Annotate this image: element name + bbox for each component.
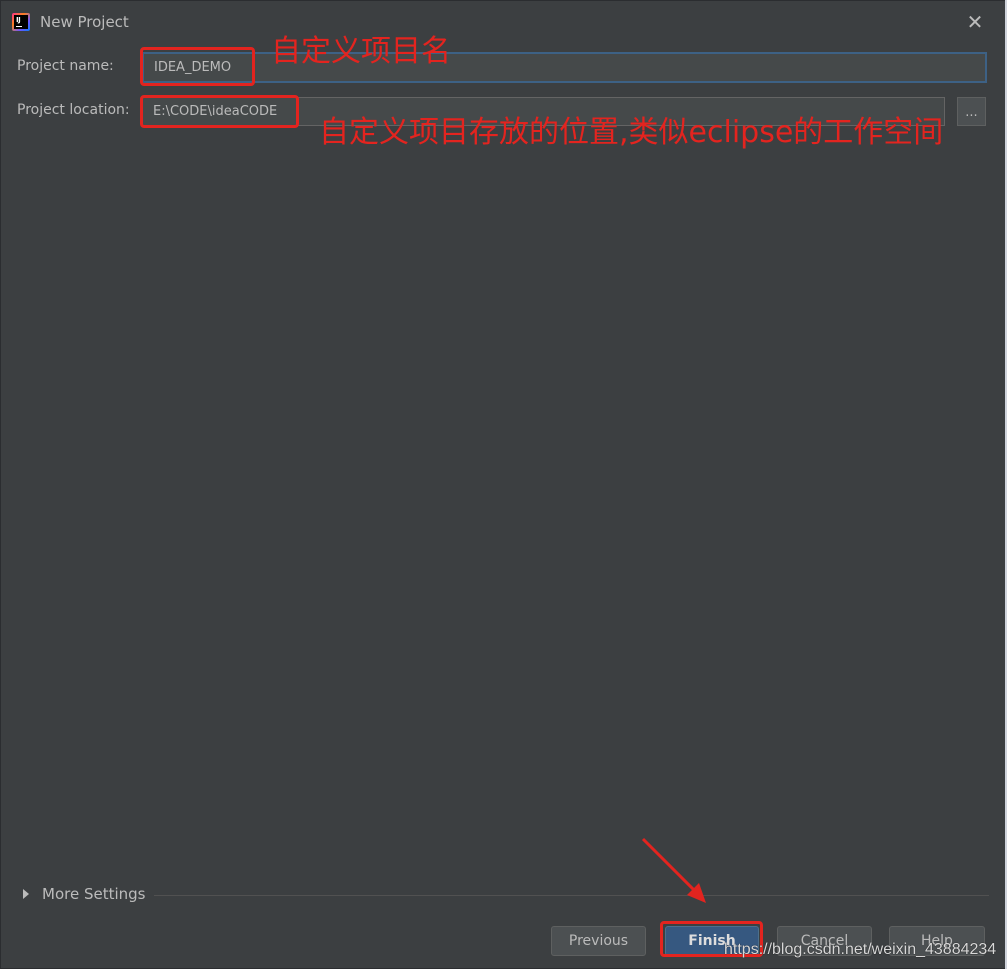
close-icon[interactable]: ✕ bbox=[963, 11, 987, 33]
divider bbox=[154, 895, 989, 896]
more-settings-label: More Settings bbox=[42, 885, 146, 903]
project-name-input[interactable] bbox=[142, 52, 987, 83]
title-bar: IJ New Project ✕ bbox=[1, 1, 1006, 43]
browse-button[interactable]: ... bbox=[957, 97, 986, 126]
name-highlight-box bbox=[140, 47, 255, 86]
location-highlight-box bbox=[140, 95, 299, 128]
window-title: New Project bbox=[40, 13, 129, 31]
project-location-label: Project location: bbox=[17, 102, 130, 118]
location-annotation-text: 自定义项目存放的位置,类似eclipse的工作空间 bbox=[319, 115, 944, 150]
new-project-dialog: IJ New Project ✕ Project name: Project l… bbox=[0, 0, 1007, 969]
previous-button[interactable]: Previous bbox=[551, 926, 646, 956]
name-annotation-text: 自定义项目名 bbox=[271, 34, 451, 69]
intellij-idea-icon: IJ bbox=[12, 13, 30, 31]
project-name-label: Project name: bbox=[17, 58, 114, 74]
triangle-right-icon bbox=[23, 889, 29, 899]
watermark-text: https://blog.csdn.net/weixin_43884234 bbox=[724, 941, 997, 958]
red-arrow-icon bbox=[641, 837, 706, 903]
